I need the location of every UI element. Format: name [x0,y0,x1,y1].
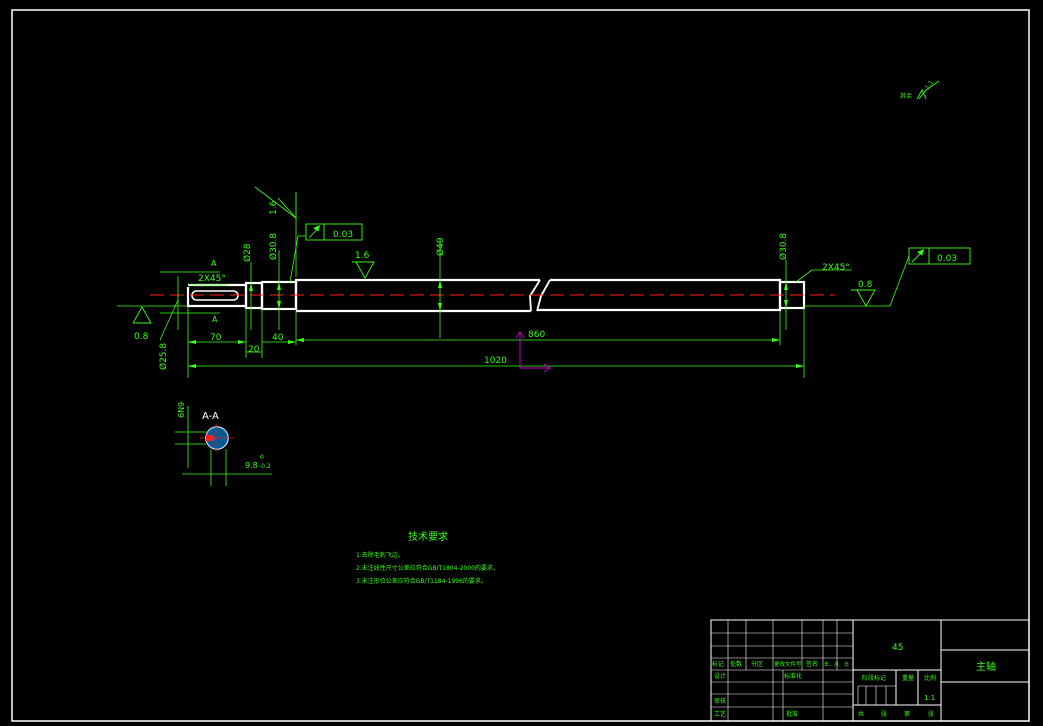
dimension-text: 0.8 1.6 1.6 0.8 其余 1.1 0.03 0.03 2X45° 2… [134,79,957,370]
runout-frames [305,223,971,265]
sheet-label-0: 共 [858,710,864,718]
section-cut-top: A [211,259,217,268]
diameter-25-label: Ø25.8 [158,343,169,370]
runout-right-value: 0.03 [937,254,957,264]
length-860-label: 860 [528,330,545,340]
chamfer-right-label: 2X45° [822,263,850,273]
sheet-label-2: 第 [904,710,910,718]
runout-symbols [308,225,925,263]
diameter-28-label: Ø28 [242,243,253,262]
dimension-arrows [188,280,804,368]
standardize-label: 标准化 [784,672,802,680]
length-1020-label: 1020 [484,356,507,366]
keyway-depth-label: 9.8 [245,461,258,470]
technical-requirement-3: 3.未注形位公差应符合GB/T1184-1996的要求。 [356,578,487,585]
row-label-4: 签名 [806,660,818,668]
row-label-3: 更改文件号 [774,660,802,668]
roughness-general-value: 1.1 [924,79,935,91]
length-20-label: 20 [248,345,260,355]
technical-requirement-2: 2.未注线性尺寸公差应符合GB/T1804-2000的要求。 [356,565,499,572]
roughness-left-value: 0.8 [134,332,149,342]
row-label-5: 年、月、日 [824,661,849,668]
section-view: A-A 6N9 9.8 0 -0.2 [175,402,272,486]
sheet-label-1: 张 [881,710,887,718]
process-label: 工艺 [714,710,726,718]
technical-requirement-1: 1.去除毛刺飞边。 [356,552,404,559]
diameter-40-label: Ø40 [435,237,446,256]
check-label: 审核 [714,697,726,705]
sheet-label-3: 张 [928,710,934,718]
keyway-depth-upper: 0 [260,454,264,461]
stage-label: 阶段标记 [862,674,886,682]
roughness-upper-value: 1.6 [269,200,279,215]
approve-label: 批准 [786,710,798,718]
part-name-value: 主轴 [976,660,996,673]
engineering-drawing: 0.8 1.6 1.6 0.8 其余 1.1 0.03 0.03 2X45° 2… [11,9,1030,722]
keyway-width-label: 6N9 [177,402,186,418]
scale-value: 1:1 [924,694,935,702]
chamfer-left-label: 2X45° [198,274,226,284]
roughness-body-value: 1.6 [355,251,370,261]
section-title: A-A [202,411,219,422]
weight-label: 重量 [902,674,914,682]
roughness-right-value: 0.8 [858,280,873,290]
diameter-30-left-label: Ø30.8 [268,233,279,260]
design-label: 设计 [714,672,726,680]
keyway-depth-lower: -0.2 [259,463,271,470]
length-40-label: 40 [272,333,284,343]
material-value: 45 [892,643,903,653]
runout-left-value: 0.03 [333,230,353,240]
technical-requirements-title: 技术要求 [408,532,448,543]
row-label-1: 处数 [730,660,742,668]
roughness-general-label: 其余 [900,92,912,100]
row-label-2: 分区 [751,660,763,668]
row-label-0: 标记 [712,660,724,668]
scale-label: 比例 [924,674,936,682]
length-70-label: 70 [210,333,222,343]
section-cut-bottom: A [212,315,218,324]
diameter-30-right-label: Ø30.8 [778,233,789,260]
